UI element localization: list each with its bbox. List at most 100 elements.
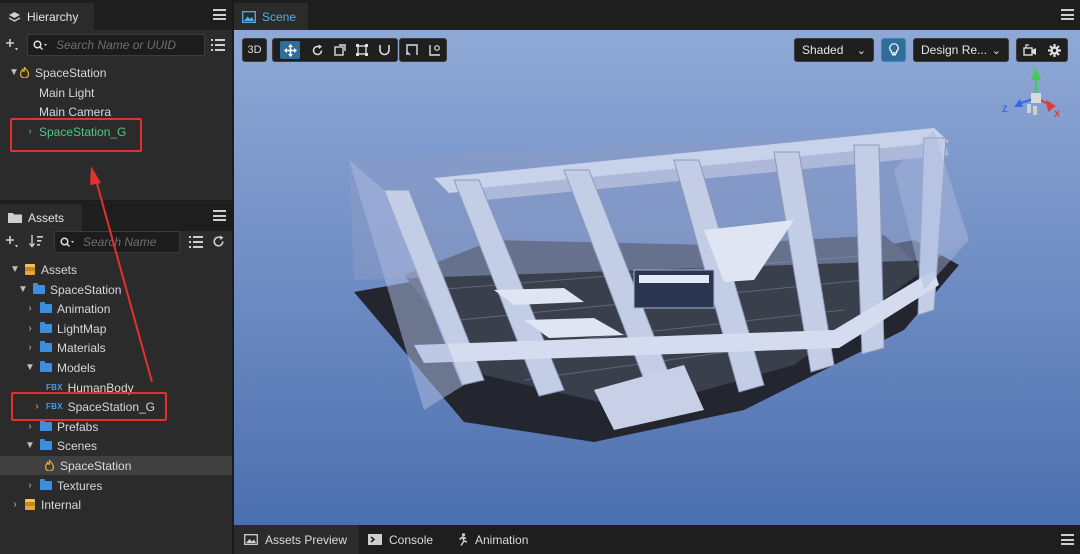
folder-icon — [33, 283, 45, 294]
animation-label: Animation — [475, 532, 529, 547]
chevron-down-icon[interactable]: ▼ — [8, 67, 20, 78]
chevron-down-icon: ⌄ — [856, 44, 866, 57]
gizmo-y-label: Y — [1032, 67, 1039, 77]
hierarchy-menu-icon[interactable] — [213, 9, 226, 20]
tree-node-spacestation-g[interactable]: › SpaceStation_G — [0, 122, 232, 141]
camera-icon[interactable] — [1023, 44, 1037, 56]
bottom-menu-icon[interactable] — [1061, 534, 1074, 545]
rect-tool-icon[interactable] — [356, 44, 369, 56]
running-figure-icon — [459, 533, 468, 546]
list-view-icon[interactable] — [211, 39, 225, 51]
scene-tabbar: Scene — [234, 0, 1080, 30]
chevron-right-icon[interactable]: › — [31, 401, 43, 412]
folder-icon — [40, 322, 52, 333]
search-icon — [60, 236, 74, 247]
scene-menu-icon[interactable] — [1061, 9, 1074, 20]
design-resolution-dropdown[interactable]: Design Re... ⌄ — [913, 38, 1009, 62]
design-resolution-value: Design Re... — [921, 43, 988, 57]
asset-item-spacestation-g[interactable]: › FBX SpaceStation_G — [0, 397, 232, 416]
assets-preview-label: Assets Preview — [265, 532, 348, 547]
scene-flame-icon — [20, 67, 29, 78]
tree-node-main-camera[interactable]: Main Camera — [0, 102, 232, 121]
asset-item-models[interactable]: ▼ Models — [0, 358, 232, 377]
chevron-right-icon[interactable]: › — [24, 342, 36, 353]
asset-item-spacestation-folder[interactable]: ▼ SpaceStation — [0, 280, 232, 299]
tree-node-label: SpaceStation — [35, 65, 107, 80]
tab-animation[interactable]: Animation — [446, 525, 540, 554]
tree-node-label: SpaceStation_G — [39, 124, 127, 139]
asset-item-textures[interactable]: › Textures — [0, 476, 232, 495]
scale-tool-icon[interactable] — [334, 44, 346, 56]
assets-tabbar: Assets — [0, 201, 232, 231]
tab-scene[interactable]: Scene — [234, 3, 308, 30]
shading-dropdown[interactable]: Shaded ⌄ — [794, 38, 874, 62]
chevron-right-icon[interactable]: › — [9, 499, 21, 510]
pivot-icon[interactable] — [405, 44, 418, 56]
gear-icon[interactable] — [1048, 43, 1062, 57]
tab-assets-preview[interactable]: Assets Preview — [234, 525, 360, 554]
folder-open-icon — [8, 213, 22, 223]
local-space-icon[interactable] — [428, 44, 441, 56]
assets-tab-label: Assets — [28, 210, 65, 225]
chevron-down-icon[interactable]: ▼ — [24, 440, 36, 451]
assets-menu-icon[interactable] — [213, 210, 226, 221]
chevron-right-icon[interactable]: › — [24, 323, 36, 334]
hierarchy-search[interactable] — [27, 34, 205, 56]
asset-item-label: Internal — [41, 497, 82, 512]
asset-item-materials[interactable]: › Materials — [0, 338, 232, 357]
asset-item-label: Prefabs — [57, 419, 99, 434]
lighting-toggle-button[interactable] — [881, 38, 906, 62]
lightbulb-icon — [888, 43, 899, 56]
gizmo-z-label: Z — [1002, 104, 1008, 114]
chevron-down-icon[interactable]: ▼ — [17, 284, 29, 295]
scene-viewport[interactable] — [234, 30, 1080, 525]
chevron-down-icon[interactable]: ▼ — [24, 362, 36, 373]
asset-item-label: SpaceStation — [60, 458, 132, 473]
add-node-icon[interactable] — [5, 38, 19, 52]
move-tool-icon[interactable] — [280, 41, 301, 59]
asset-item-animation[interactable]: › Animation — [0, 299, 232, 318]
asset-item-humanbody[interactable]: FBX HumanBody — [0, 378, 232, 397]
sort-icon[interactable] — [29, 235, 43, 248]
asset-item-label: Scenes — [57, 438, 98, 453]
folder-icon — [40, 439, 52, 450]
asset-item-internal[interactable]: › Internal — [0, 495, 232, 514]
list-view-icon[interactable] — [189, 236, 203, 248]
assets-search-input[interactable] — [81, 234, 179, 250]
assets-search[interactable] — [54, 231, 180, 253]
add-asset-icon[interactable] — [5, 235, 19, 249]
chevron-right-icon[interactable]: › — [24, 126, 36, 137]
hierarchy-search-input[interactable] — [54, 37, 204, 53]
tab-assets[interactable]: Assets — [0, 204, 82, 231]
asset-item-label: SpaceStation_G — [67, 399, 156, 414]
refresh-icon[interactable] — [212, 235, 225, 248]
tab-console[interactable]: Console — [358, 525, 445, 554]
mode-3d-button[interactable]: 3D — [242, 38, 267, 62]
hierarchy-toolbar — [0, 32, 232, 58]
asset-item-label: Textures — [57, 478, 103, 493]
snap-magnet-icon[interactable] — [378, 44, 390, 56]
camera-settings-group — [1016, 38, 1068, 62]
tab-hierarchy[interactable]: Hierarchy — [0, 3, 94, 30]
asset-item-prefabs[interactable]: › Prefabs — [0, 417, 232, 436]
tree-node-main-light[interactable]: Main Light — [0, 83, 232, 102]
tree-node-spacestation[interactable]: ▼ SpaceStation — [0, 63, 232, 82]
gizmo-x-label: X — [1054, 109, 1061, 119]
asset-item-scenes[interactable]: ▼ Scenes — [0, 436, 232, 455]
transform-tools-group — [272, 38, 398, 62]
layers-icon — [8, 11, 21, 22]
chevron-right-icon[interactable]: › — [24, 480, 36, 491]
scene-panel: Scene 3D Shaded ⌄ Design Re... ⌄ Y Z X — [234, 0, 1080, 525]
chevron-right-icon[interactable]: › — [24, 421, 36, 432]
asset-item-spacestation-scene[interactable]: SpaceStation — [0, 456, 232, 475]
database-icon — [25, 499, 35, 510]
space-station-model — [349, 128, 969, 442]
folder-icon — [40, 341, 52, 352]
asset-item-lightmap[interactable]: › LightMap — [0, 319, 232, 338]
rotate-tool-icon[interactable] — [311, 44, 324, 57]
asset-item-label: Animation — [57, 301, 111, 316]
fbx-icon: FBX — [46, 383, 63, 392]
asset-item-assets-root[interactable]: ▼ Assets — [0, 260, 232, 279]
chevron-down-icon[interactable]: ▼ — [9, 264, 21, 275]
chevron-right-icon[interactable]: › — [24, 303, 36, 314]
